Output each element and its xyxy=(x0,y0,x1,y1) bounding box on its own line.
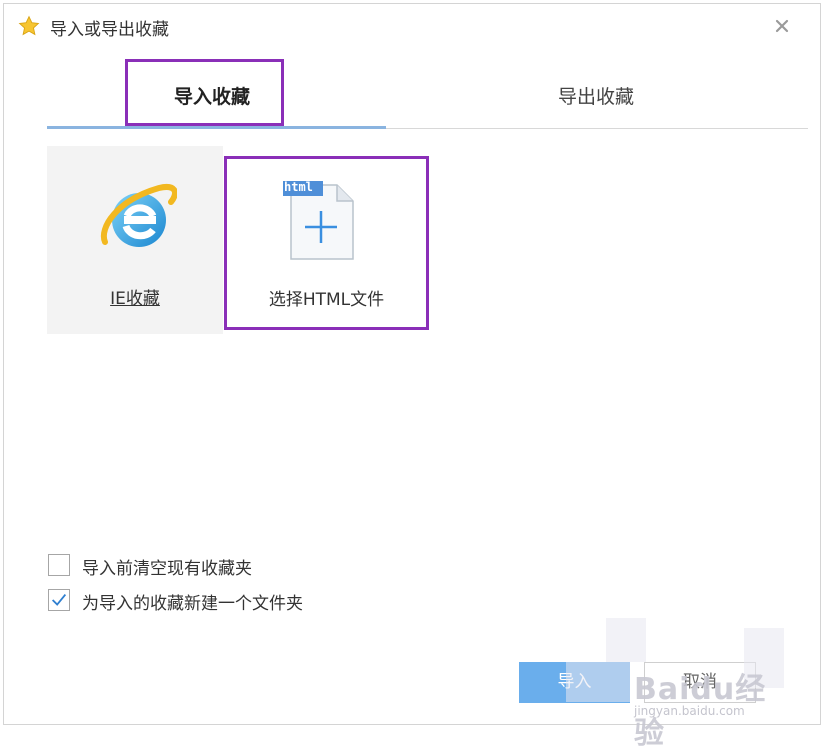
clear-before-import-checkbox[interactable] xyxy=(48,554,70,576)
title-bar: 导入或导出收藏 xyxy=(4,4,820,48)
close-icon[interactable] xyxy=(772,16,792,36)
import-export-dialog: 导入或导出收藏 导入收藏 导出收藏 IE收藏 html 选择HTML文件 导入前… xyxy=(3,3,821,725)
star-icon xyxy=(18,15,40,36)
checkmark-icon xyxy=(51,593,67,606)
baidu-watermark: Baidu经验 jingyan.baidu.com xyxy=(634,650,784,751)
ie-favorites-label: IE收藏 xyxy=(110,289,160,309)
html-badge: html xyxy=(284,180,313,194)
watermark-url: jingyan.baidu.com xyxy=(634,704,745,718)
clear-before-import-label: 导入前清空现有收藏夹 xyxy=(82,559,252,579)
tab-export-favorites[interactable]: 导出收藏 xyxy=(558,82,634,109)
html-file-label: 选择HTML文件 xyxy=(268,290,385,310)
source-html-file[interactable]: html 选择HTML文件 xyxy=(224,156,429,330)
new-folder-checkbox[interactable] xyxy=(48,589,70,611)
dialog-title: 导入或导出收藏 xyxy=(50,20,169,40)
highlight-box-tab xyxy=(125,59,284,126)
ie-icon xyxy=(100,184,177,247)
watermark-block xyxy=(566,662,630,702)
new-folder-label: 为导入的收藏新建一个文件夹 xyxy=(82,594,303,614)
source-ie-favorites[interactable]: IE收藏 xyxy=(47,146,223,334)
active-tab-indicator xyxy=(47,126,386,129)
